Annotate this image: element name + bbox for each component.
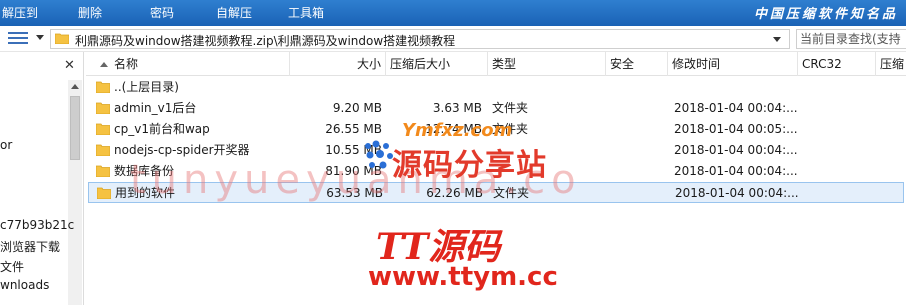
tree-item[interactable]: wnloads <box>0 278 49 292</box>
column-ratio[interactable]: 压缩 <box>876 52 906 76</box>
file-modified: 2018-01-04 00:04:... <box>674 101 798 115</box>
path-dropdown-icon[interactable] <box>773 37 781 42</box>
view-mode-dropdown-icon[interactable] <box>36 35 44 40</box>
toolbox-button[interactable]: 工具箱 <box>288 4 324 21</box>
folder-icon <box>96 81 110 93</box>
file-modified: 2018-01-04 00:04:... <box>674 143 798 157</box>
scroll-thumb[interactable] <box>70 96 80 160</box>
delete-button[interactable]: 删除 <box>78 4 102 21</box>
file-modified: 2018-01-04 00:04:... <box>674 164 798 178</box>
folder-icon <box>96 102 110 114</box>
file-modified: 2018-01-04 00:05:... <box>674 122 798 136</box>
column-modified[interactable]: 修改时间 <box>668 52 798 76</box>
file-name: ..(上层目录) <box>114 80 179 94</box>
path-text: 利鼎源码及window搭建视频教程.zip\利鼎源码及window搭建视频教程 <box>75 34 456 48</box>
tree-item[interactable]: 文件 <box>0 258 24 275</box>
watermark-url: www.ttym.cc <box>368 262 558 292</box>
view-mode-icon[interactable] <box>8 32 28 46</box>
column-security[interactable]: 安全 <box>606 52 668 76</box>
search-input[interactable] <box>797 30 903 48</box>
file-name: cp_v1前台和wap <box>114 122 210 136</box>
column-packed-size[interactable]: 压缩后大小 <box>386 52 488 76</box>
tree-scrollbar[interactable] <box>68 80 82 305</box>
extract-to-button[interactable]: 解压到 <box>2 4 38 21</box>
password-button[interactable]: 密码 <box>150 4 174 21</box>
column-type[interactable]: 类型 <box>488 52 606 76</box>
file-type: 文件夹 <box>492 101 529 115</box>
list-item-parent[interactable]: ..(上层目录) <box>86 77 906 98</box>
watermark-logo-cn: 源码分享站 <box>392 148 547 183</box>
logo-dots-icon <box>365 140 393 169</box>
column-label: 压缩 <box>880 57 905 71</box>
column-label: 名称 <box>114 57 139 71</box>
folder-icon <box>97 187 111 199</box>
self-extract-button[interactable]: 自解压 <box>216 4 252 21</box>
file-size: 26.55 MB <box>325 122 382 136</box>
column-label: 类型 <box>492 57 517 71</box>
file-name: admin_v1后台 <box>114 101 197 115</box>
file-modified: 2018-01-04 00:04:... <box>675 186 799 200</box>
folder-icon <box>96 123 110 135</box>
file-size: 9.20 MB <box>332 101 382 115</box>
column-crc32[interactable]: CRC32 <box>798 52 876 76</box>
column-label: 安全 <box>610 57 635 71</box>
file-packed-size: 3.63 MB <box>432 101 482 115</box>
tree-item[interactable]: c77b93b21c <box>0 218 74 232</box>
folder-icon <box>96 144 110 156</box>
column-size[interactable]: 大小 <box>290 52 386 76</box>
column-label: CRC32 <box>802 57 842 71</box>
path-field[interactable]: 利鼎源码及window搭建视频教程.zip\利鼎源码及window搭建视频教程 <box>50 29 790 49</box>
sort-ascending-icon <box>100 62 108 67</box>
folder-tree-pane: ✕ or c77b93b21c 浏览器下载 文件 wnloads <box>0 52 84 305</box>
top-toolbar: 解压到 删除 密码 自解压 工具箱 中国压缩软件知名品 <box>0 0 906 26</box>
close-icon[interactable]: ✕ <box>64 58 75 73</box>
scroll-up-icon[interactable] <box>71 84 79 89</box>
brand-slogan: 中国压缩软件知名品 <box>753 7 898 22</box>
watermark-logo-en: Ymfxz.com <box>402 120 513 141</box>
address-bar: 利鼎源码及window搭建视频教程.zip\利鼎源码及window搭建视频教程 <box>0 26 906 52</box>
search-box[interactable] <box>796 29 906 49</box>
list-item[interactable]: admin_v1后台 9.20 MB 3.63 MB 文件夹 2018-01-0… <box>86 98 906 119</box>
column-label: 大小 <box>356 57 381 71</box>
folder-icon <box>55 33 69 44</box>
column-name[interactable]: 名称 <box>86 52 290 76</box>
tree-item[interactable]: 浏览器下载 <box>0 238 60 255</box>
column-label: 修改时间 <box>672 57 721 71</box>
column-label: 压缩后大小 <box>390 57 451 71</box>
column-header: 名称 大小 压缩后大小 类型 安全 修改时间 CRC32 压缩 <box>86 52 906 76</box>
tree-item[interactable]: or <box>0 138 12 152</box>
folder-icon <box>96 165 110 177</box>
